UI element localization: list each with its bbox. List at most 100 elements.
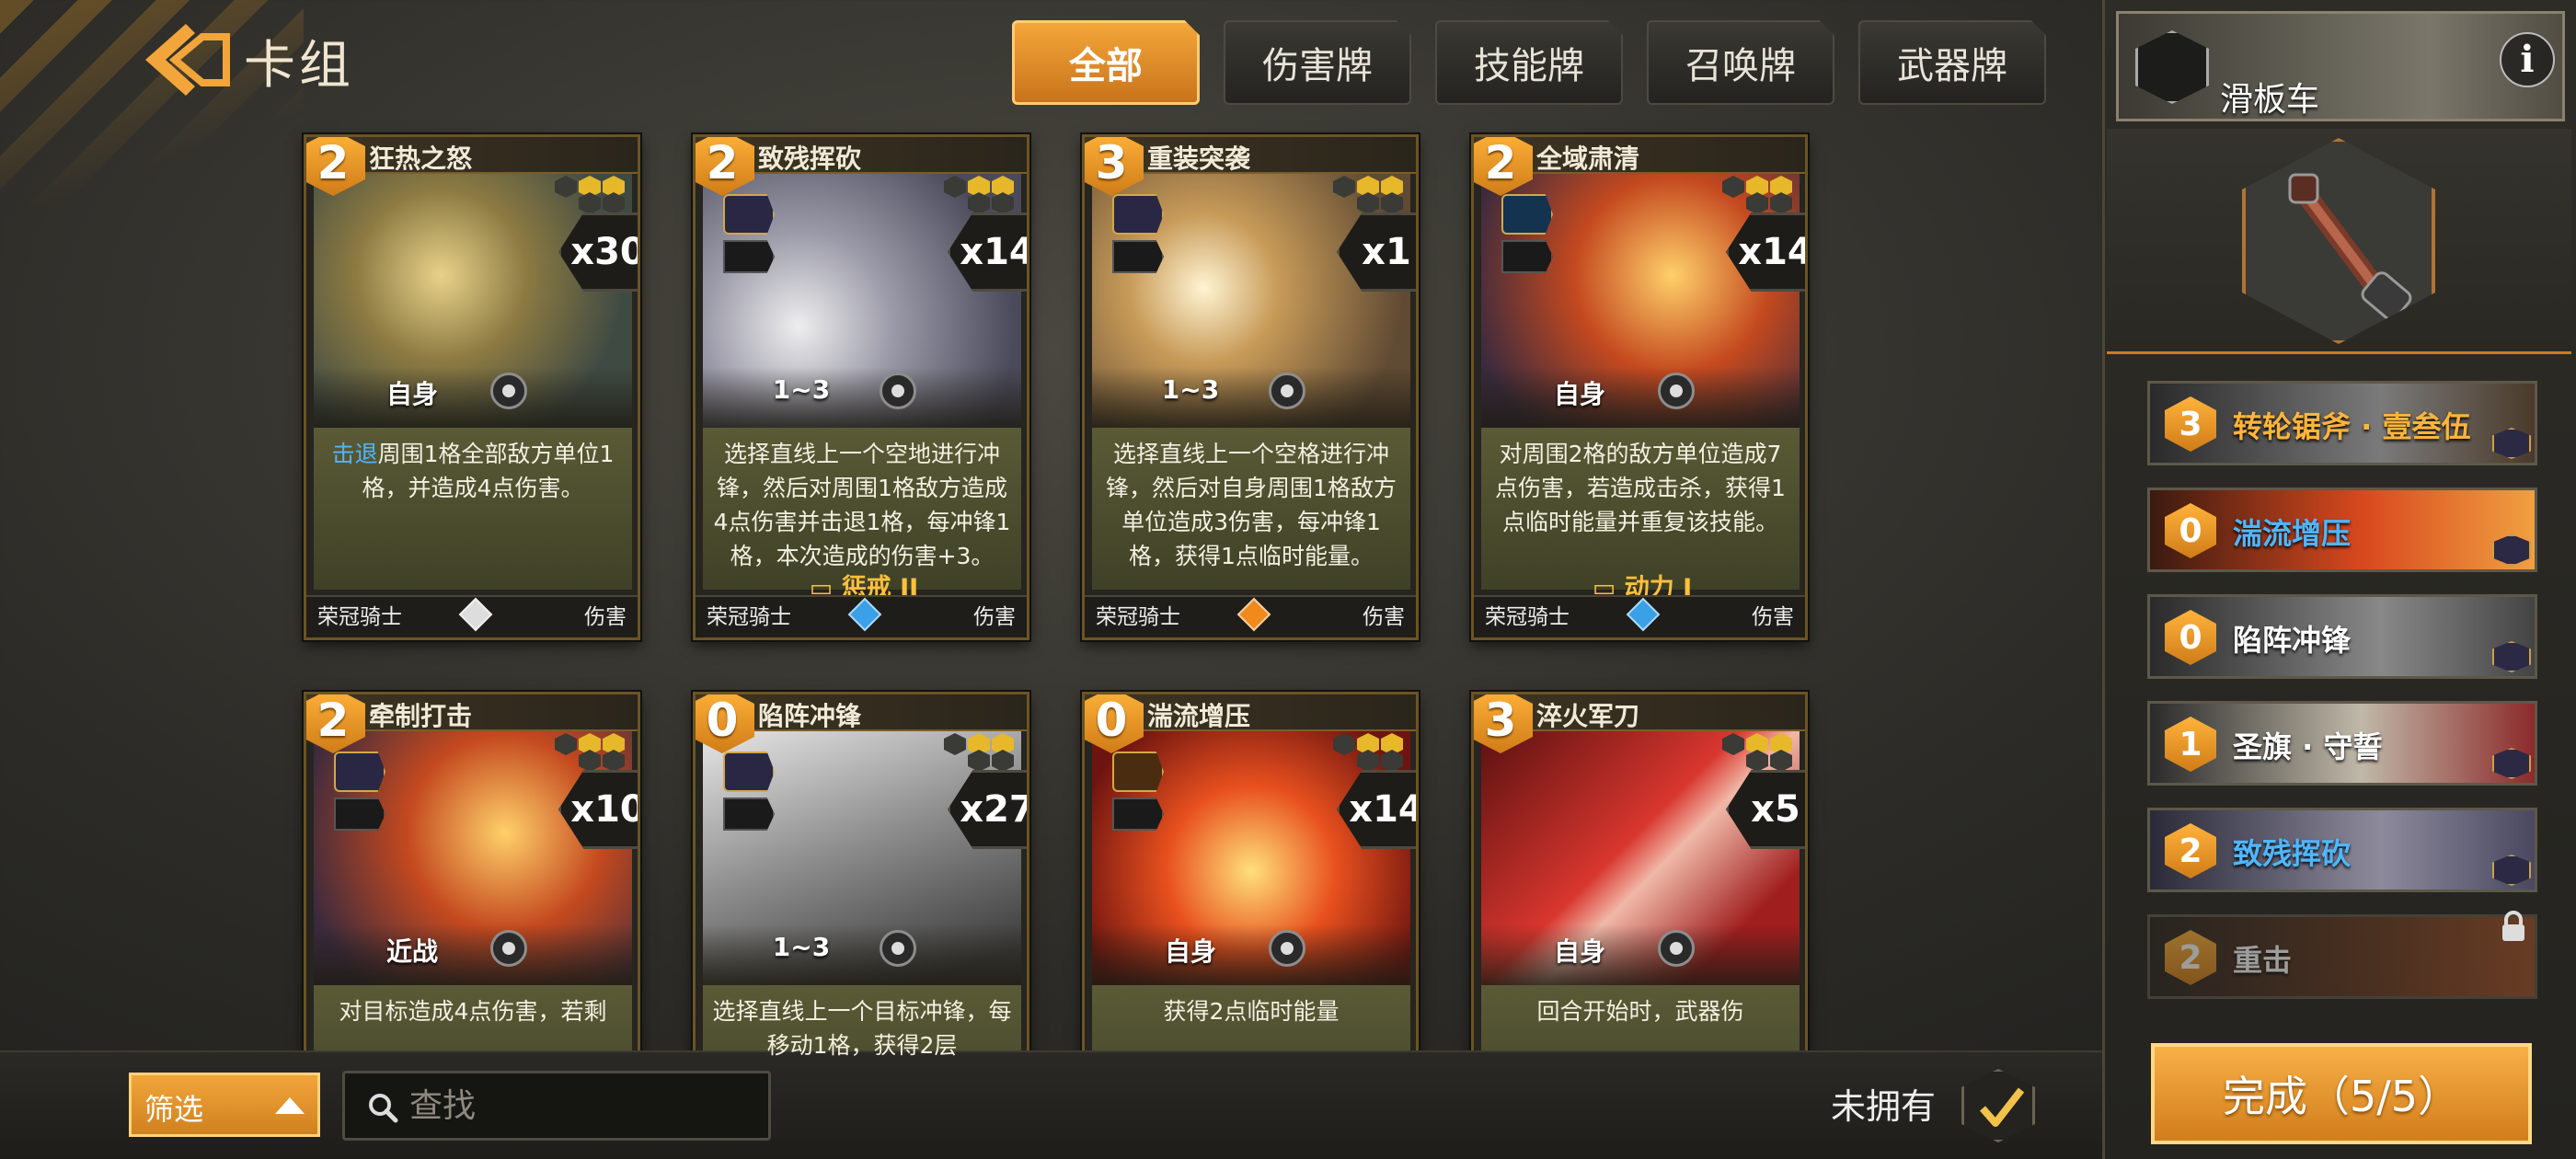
back-button[interactable]: [138, 18, 239, 101]
card-tag-slot: [1112, 240, 1164, 273]
card-name: 致残挥砍: [758, 143, 862, 174]
energy-hex-icon: [937, 729, 1019, 772]
card-tag-slot: [723, 798, 775, 831]
lock-icon: [2502, 911, 2524, 941]
energy-hex-icon: [937, 172, 1019, 214]
vehicle-header[interactable]: 滑板车 i: [2116, 11, 2565, 121]
card-description: 选择直线上一个目标冲锋，每移动1格，获得2层: [710, 994, 1014, 1062]
card-tag-icon: [723, 194, 775, 235]
card-type: 伤害: [1752, 605, 1794, 629]
card-tag-icon: [1112, 752, 1164, 792]
deck-row-6[interactable]: 2 重击: [2147, 914, 2537, 999]
card-description-text: 周围1格全部敌方单位1格，并造成4点伤害。: [362, 441, 615, 501]
gear-icon: [1269, 373, 1305, 409]
card-description: 选择直线上一个空格进行冲锋，然后对自身周围1格敌方单位造成3伤害，每冲锋1格，获…: [1099, 437, 1403, 573]
card-target: 自身: [1553, 936, 1605, 967]
vehicle-emblem-icon: [2135, 30, 2209, 104]
card-description-text: 对目标造成4点伤害，若剩: [339, 998, 607, 1025]
tab-damage[interactable]: 伤害牌: [1224, 20, 1411, 105]
deck-row-name: 圣旗 · 守誓: [2233, 729, 2383, 764]
card-tag-slot: [334, 798, 385, 831]
deck-row-4[interactable]: 1 圣旗 · 守誓: [2147, 701, 2537, 786]
card-tag-icon: [334, 752, 385, 792]
card-description: 对周围2格的敌方单位造成7点伤害，若造成击杀，获得1点临时能量并重复该技能。: [1489, 437, 1792, 539]
caret-up-icon: [275, 1097, 305, 1114]
card-tag-slot: [1112, 798, 1164, 831]
card-description: 获得2点临时能量: [1099, 994, 1403, 1028]
card-tag-slot: [1501, 240, 1553, 273]
card-description: 选择直线上一个空地进行冲锋，然后对周围1格敌方造成4点伤害并击退1格，每冲锋1格…: [710, 437, 1014, 573]
card-description-text: 选择直线上一个空格进行冲锋，然后对自身周围1格敌方单位造成3伤害，每冲锋1格，获…: [1106, 441, 1397, 569]
card-description-text: 对周围2格的敌方单位造成7点伤害，若造成击杀，获得1点临时能量并重复该技能。: [1495, 441, 1786, 535]
card-target: 1~3: [772, 932, 831, 962]
card-type-tabs: 全部 伤害牌 技能牌 召唤牌 武器牌: [1012, 20, 2046, 105]
card-type: 伤害: [584, 605, 627, 629]
info-button[interactable]: i: [2500, 32, 2555, 87]
deck-row-name: 重击: [2233, 943, 2293, 978]
tab-all[interactable]: 全部: [1012, 20, 1200, 105]
deck-row-name: 湍流增压: [2233, 516, 2352, 551]
search-input[interactable]: [409, 1083, 759, 1129]
card-name: 重装突袭: [1147, 143, 1251, 174]
gear-icon: [880, 373, 916, 409]
card-tag-icon: [723, 752, 775, 792]
unowned-filter-label: 未拥有: [1831, 1086, 1937, 1127]
card-description-text: 选择直线上一个目标冲锋，每移动1格，获得2层: [712, 998, 1012, 1059]
card-name: 陷阵冲锋: [758, 701, 862, 731]
deck-row-1[interactable]: 3 转轮锯斧 · 壹叁伍: [2147, 381, 2537, 465]
card-3[interactable]: 3 重装突袭 x1 1~3 选择直线上一个空格进行冲锋，然后对自身周围1格敌方单位造成…: [1082, 134, 1419, 640]
gear-icon: [1658, 373, 1695, 409]
back-arrow-icon: [145, 24, 230, 96]
gear-icon: [1658, 930, 1695, 967]
card-description-text: 获得2点临时能量: [1163, 998, 1340, 1025]
energy-hex-icon: [1715, 172, 1798, 214]
card-name: 淬火军刀: [1536, 701, 1640, 731]
deck-row-3[interactable]: 0 陷阵冲锋: [2147, 594, 2537, 679]
card-target: 1~3: [772, 374, 831, 405]
card-4[interactable]: 2 全域肃清 x14 自身 对周围2格的敌方单位造成7点伤害，若造成击杀，获得1点临时…: [1471, 134, 1808, 640]
filter-label: 筛选: [144, 1092, 204, 1127]
filter-button[interactable]: 筛选: [129, 1073, 320, 1137]
card-description: 击退周围1格全部敌方单位1格，并造成4点伤害。: [321, 437, 625, 505]
card-faction: 荣冠骑士: [317, 605, 402, 629]
card-faction: 荣冠骑士: [1096, 605, 1180, 629]
card-type: 伤害: [1363, 605, 1405, 629]
card-tag-slot: [723, 240, 775, 273]
done-button[interactable]: 完成（5/5）: [2151, 1043, 2532, 1144]
energy-hex-icon: [547, 729, 630, 772]
card-target: 自身: [1553, 379, 1605, 409]
deck-row-name: 致残挥砍: [2233, 836, 2352, 871]
card-description-text: 回合开始时，武器伤: [1536, 998, 1744, 1025]
card-description: 回合开始时，武器伤: [1489, 994, 1792, 1028]
deck-row-name: 陷阵冲锋: [2233, 623, 2352, 658]
search-icon: [369, 1094, 398, 1123]
card-description: 对目标造成4点伤害，若剩: [321, 994, 625, 1028]
energy-hex-icon: [1326, 172, 1409, 214]
card-1[interactable]: 2 狂热之怒 x30 自身 击退周围1格全部敌方单位1格，并造成4点伤害。 荣冠骑士 伤害: [304, 134, 640, 640]
gear-icon: [490, 373, 527, 409]
card-type: 伤害: [973, 605, 1016, 629]
deck-row-5[interactable]: 2 致残挥砍: [2147, 808, 2537, 892]
card-name: 牵制打击: [369, 701, 473, 731]
gear-icon: [880, 930, 916, 967]
card-description-text: 选择直线上一个空地进行冲锋，然后对周围1格敌方造成4点伤害并击退1格，每冲锋1格…: [713, 441, 1011, 569]
vehicle-name: 滑板车: [2220, 81, 2320, 119]
card-tag-icon: [1112, 194, 1164, 235]
card-name: 狂热之怒: [369, 143, 473, 174]
page-title: 卡组: [244, 36, 354, 96]
card-target: 近战: [385, 936, 438, 967]
deck-row-2[interactable]: 0 湍流增压: [2147, 488, 2537, 572]
card-tag-icon: [1501, 194, 1553, 235]
keyword: 击退: [331, 441, 378, 467]
card-faction: 荣冠骑士: [707, 605, 791, 629]
tab-skill[interactable]: 技能牌: [1435, 20, 1623, 105]
card-name: 湍流增压: [1147, 701, 1251, 731]
card-target: 自身: [385, 379, 438, 409]
gear-icon: [1269, 930, 1305, 967]
energy-hex-icon: [1715, 729, 1798, 772]
card-target: 1~3: [1161, 374, 1220, 405]
tab-weapon[interactable]: 武器牌: [1858, 20, 2046, 105]
card-2[interactable]: 2 致残挥砍 x14 1~3 选择直线上一个空地进行冲锋，然后对周围1格敌方造成4点伤…: [693, 134, 1029, 640]
energy-hex-icon: [547, 172, 630, 214]
tab-summon[interactable]: 召唤牌: [1647, 20, 1834, 105]
